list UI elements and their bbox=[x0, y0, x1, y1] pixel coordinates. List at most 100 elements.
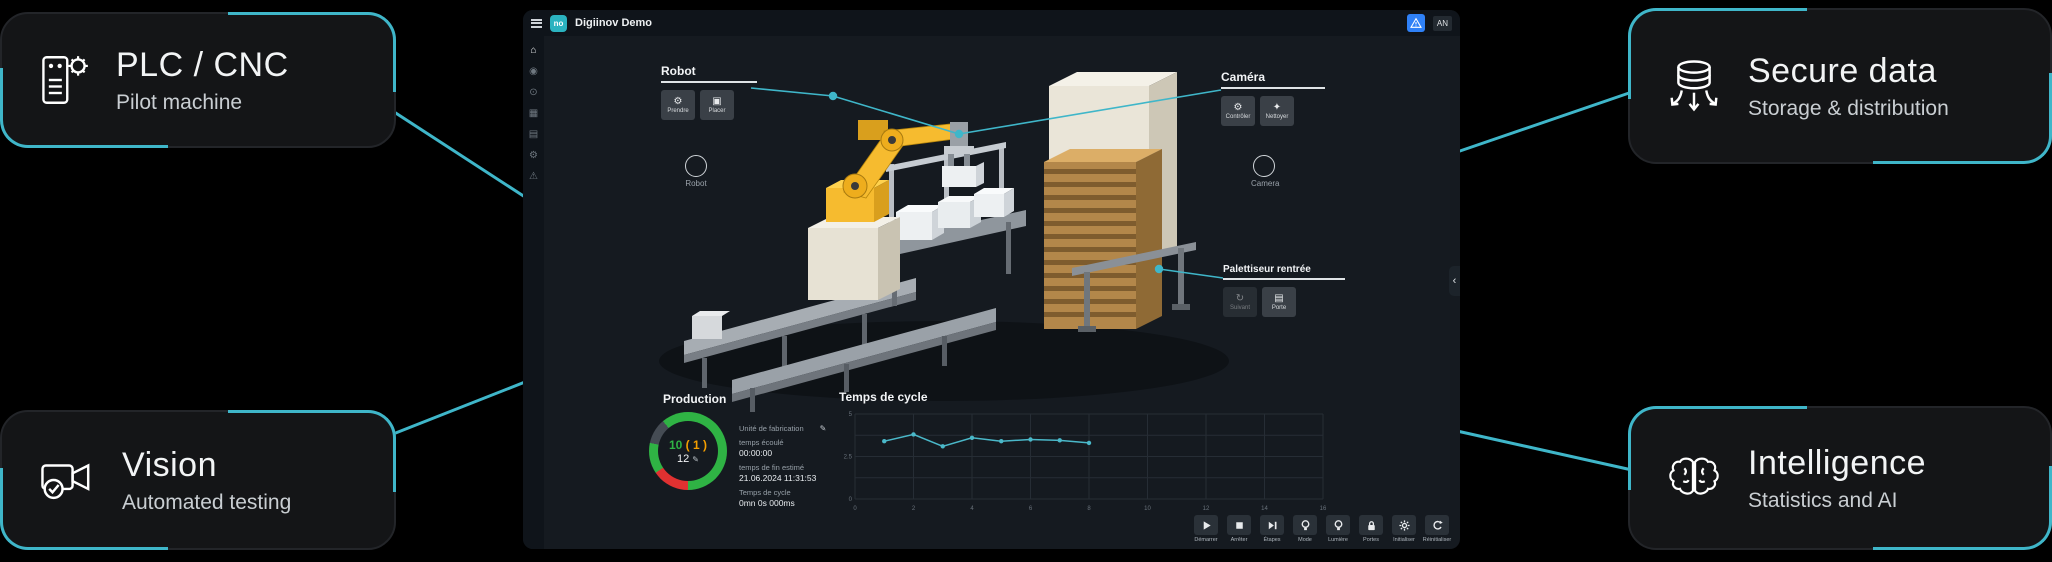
callout-subtitle: Statistics and AI bbox=[1748, 489, 1926, 513]
connector-vision bbox=[388, 382, 525, 436]
svg-text:8: 8 bbox=[1087, 506, 1091, 512]
info-value: 21.06.2024 11:31:53 bbox=[739, 473, 826, 483]
edit-pencil-icon[interactable]: ✎ bbox=[692, 455, 699, 464]
button-label: Placer bbox=[708, 108, 725, 114]
palletizer-label: Palettiseur rentrée bbox=[1223, 264, 1345, 280]
mode-button[interactable]: Mode bbox=[1290, 515, 1320, 543]
svg-text:16: 16 bbox=[1320, 506, 1327, 512]
gear-icon: ⚙ bbox=[1234, 103, 1243, 113]
tool-label: Réinitialiser bbox=[1423, 537, 1451, 543]
palletizer-porte-button[interactable]: ▤ Porte bbox=[1262, 287, 1296, 317]
light-button[interactable]: Lumière bbox=[1323, 515, 1353, 543]
info-label: temps de fin estimé bbox=[739, 463, 804, 472]
callout-subtitle: Pilot machine bbox=[116, 91, 289, 115]
alert-icon[interactable]: ⚠ bbox=[529, 172, 538, 182]
stop-button[interactable]: Arrêter bbox=[1224, 515, 1254, 543]
dashboard-icon[interactable]: ◉ bbox=[529, 67, 538, 77]
gripper-icon: ⚙ bbox=[674, 97, 683, 107]
home-icon[interactable]: ⌂ bbox=[530, 46, 536, 56]
app-sidebar: ⌂ ◉ ⊙ ▦ ▤ ⚙ ⚠ bbox=[523, 36, 544, 549]
skip-icon bbox=[1266, 519, 1279, 532]
lock-icon bbox=[1365, 519, 1378, 532]
bulb-icon bbox=[1299, 519, 1312, 532]
eye-icon[interactable]: ⊙ bbox=[529, 88, 537, 98]
page: PLC / CNC Pilot machine Secure data Stor… bbox=[0, 0, 2052, 562]
svg-text:5: 5 bbox=[849, 412, 853, 418]
cycle-icon: ↻ bbox=[1236, 294, 1244, 304]
info-group: Temps de cycle 0mn 0s 000ms bbox=[739, 488, 826, 508]
place-icon: ▣ bbox=[712, 97, 721, 107]
gauge-center: 10 ( 1 ) 12✎ bbox=[658, 421, 718, 481]
plc-icon bbox=[38, 51, 90, 109]
info-label: temps écoulé bbox=[739, 438, 784, 447]
callout-title: Vision bbox=[122, 446, 291, 485]
svg-text:10: 10 bbox=[1144, 506, 1151, 512]
callout-title: Secure data bbox=[1748, 52, 1949, 91]
palletizer-label-panel: Palettiseur rentrée ↻ Suivant ▤ Porte bbox=[1223, 264, 1345, 317]
production-panel: Production 10 ( 1 ) 12✎ Uni bbox=[649, 392, 859, 513]
gauge-secondary-value: 12 bbox=[677, 453, 689, 465]
app-logo: no bbox=[550, 15, 567, 32]
tool-label: Étapes bbox=[1263, 537, 1280, 543]
svg-text:6: 6 bbox=[1029, 506, 1033, 512]
app-toolbar: Démarrer Arrêter Étapes Mode Lumière Por… bbox=[1191, 515, 1452, 543]
callout-plc-text: PLC / CNC Pilot machine bbox=[116, 46, 289, 115]
info-group: Unité de fabrication✎ bbox=[739, 424, 826, 433]
robot-prendre-button[interactable]: ⚙ Prendre bbox=[661, 90, 695, 120]
chart-title: Temps de cycle bbox=[839, 390, 1329, 404]
robot-placer-button[interactable]: ▣ Placer bbox=[700, 90, 734, 120]
info-value: 00:00:00 bbox=[739, 448, 826, 458]
chevron-left-icon: ‹ bbox=[1453, 275, 1457, 287]
reset-button[interactable]: Réinitialiser bbox=[1422, 515, 1452, 543]
svg-text:0: 0 bbox=[849, 497, 853, 503]
button-label: Contrôler bbox=[1226, 114, 1251, 120]
robot-label: Robot bbox=[661, 64, 757, 83]
cycle-time-chart: 024681012141602.55 bbox=[839, 408, 1329, 513]
clean-icon: ✦ bbox=[1273, 103, 1281, 113]
step-button[interactable]: Étapes bbox=[1257, 515, 1287, 543]
menu-icon[interactable] bbox=[531, 19, 542, 28]
doors-button[interactable]: Portes bbox=[1356, 515, 1386, 543]
gauge-count: 10 ( 1 ) bbox=[669, 438, 707, 452]
gear-icon bbox=[1398, 519, 1411, 532]
robot-marker-ring[interactable] bbox=[685, 155, 707, 177]
alert-button[interactable] bbox=[1407, 14, 1425, 32]
camera-marker: Camera bbox=[1251, 155, 1277, 188]
camera-nettoyer-button[interactable]: ✦ Nettoyer bbox=[1260, 96, 1294, 126]
production-info: Unité de fabrication✎ temps écoulé 00:00… bbox=[739, 412, 826, 513]
callout-vision-text: Vision Automated testing bbox=[122, 446, 291, 515]
camera-label: Caméra bbox=[1221, 70, 1325, 89]
edit-pencil-icon[interactable]: ✎ bbox=[820, 424, 827, 433]
callout-intelligence: Intelligence Statistics and AI bbox=[1628, 406, 2052, 550]
grid-icon[interactable]: ▦ bbox=[529, 109, 538, 119]
camera-marker-label: Camera bbox=[1251, 179, 1277, 188]
cycle-time-chart-block: Temps de cycle 024681012141602.55 bbox=[839, 390, 1329, 518]
language-button[interactable]: AN bbox=[1433, 16, 1452, 31]
callout-intel-text: Intelligence Statistics and AI bbox=[1748, 444, 1926, 513]
tool-label: Démarrer bbox=[1194, 537, 1217, 543]
pallet-stack bbox=[1044, 149, 1162, 329]
connector-secure-data bbox=[1457, 92, 1632, 152]
info-group: temps écoulé 00:00:00 bbox=[739, 438, 826, 458]
start-button[interactable]: Démarrer bbox=[1191, 515, 1221, 543]
connector-intelligence bbox=[1457, 431, 1632, 470]
camera-controler-button[interactable]: ⚙ Contrôler bbox=[1221, 96, 1255, 126]
callout-subtitle: Storage & distribution bbox=[1748, 97, 1949, 121]
palletizer-suivant-button[interactable]: ↻ Suivant bbox=[1223, 287, 1257, 317]
gauge-value: 10 bbox=[669, 438, 682, 452]
callout-title: Intelligence bbox=[1748, 444, 1926, 483]
button-label: Nettoyer bbox=[1266, 114, 1289, 120]
callout-title: PLC / CNC bbox=[116, 46, 289, 85]
button-label: Suivant bbox=[1230, 305, 1250, 311]
callout-subtitle: Automated testing bbox=[122, 491, 291, 515]
callout-secure-data: Secure data Storage & distribution bbox=[1628, 8, 2052, 164]
camera-marker-ring[interactable] bbox=[1253, 155, 1275, 177]
tool-label: Initialiser bbox=[1393, 537, 1415, 543]
initialize-button[interactable]: Initialiser bbox=[1389, 515, 1419, 543]
info-label: Temps de cycle bbox=[739, 488, 791, 497]
panel-expander[interactable]: ‹ bbox=[1449, 266, 1460, 296]
button-label: Prendre bbox=[667, 108, 688, 114]
reset-icon bbox=[1431, 519, 1444, 532]
settings-icon[interactable]: ⚙ bbox=[529, 151, 538, 161]
document-icon[interactable]: ▤ bbox=[529, 130, 538, 140]
